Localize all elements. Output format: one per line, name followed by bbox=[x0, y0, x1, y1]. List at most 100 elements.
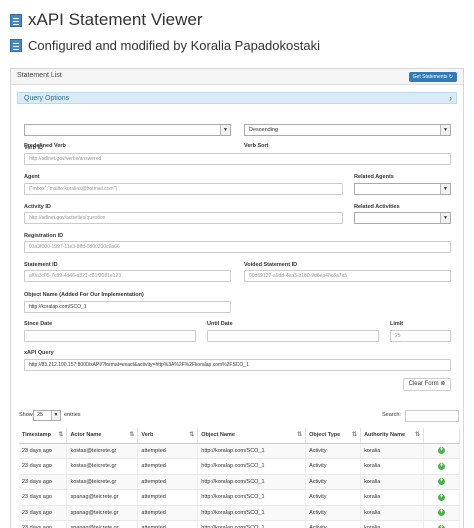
table-row[interactable]: 23 days agospanag@teicrete.grattemptedht… bbox=[19, 505, 460, 521]
sort-icon: ⇅ bbox=[297, 432, 303, 438]
query-options-toggle[interactable]: Query Options › bbox=[17, 92, 457, 104]
table-cell: kostas@teicrete.gr bbox=[66, 458, 139, 475]
table-cell: koralia bbox=[360, 520, 425, 528]
expand-cell: + bbox=[423, 489, 460, 506]
table-cell: http://koralap.com/SCO_1 bbox=[197, 489, 307, 506]
plus-circle-icon[interactable]: + bbox=[438, 478, 445, 486]
chevron-right-icon: › bbox=[449, 94, 452, 103]
table-cell: http://koralap.com/SCO_1 bbox=[197, 474, 307, 490]
page-subtitle: Configured and modified by Koralia Papad… bbox=[10, 38, 320, 53]
table-cell: 23 days ago bbox=[19, 520, 68, 528]
activity-id-input[interactable]: http://adlnet.gov/activities/question bbox=[24, 212, 343, 224]
column-header-authority-name[interactable]: Authority Name ⇅ bbox=[360, 428, 425, 444]
sort-icon: ⇅ bbox=[129, 432, 135, 438]
column-header-verb[interactable]: Verb ⇅ bbox=[137, 428, 199, 444]
table-cell: spanag@teicrete.gr bbox=[66, 489, 139, 506]
table-row[interactable]: 23 days agospanag@teicrete.grattemptedht… bbox=[19, 489, 460, 506]
column-header-timestamp[interactable]: Timestamp ⇅ bbox=[19, 428, 68, 444]
since-date-label: Since Date bbox=[24, 321, 53, 327]
registration-id-input[interactable]: 01a3f000-1997-11e3-8ffd-0800200c9a66 bbox=[24, 241, 451, 253]
plus-circle-icon[interactable]: + bbox=[438, 462, 445, 470]
object-name-label: Object Name (Added For Our Implementatio… bbox=[24, 292, 144, 298]
table-cell: Activity bbox=[305, 474, 362, 490]
table-row[interactable]: 23 days ago kostas@teicrete.gr attempted ht… bbox=[19, 458, 460, 475]
related-agents-select[interactable]: ▼ bbox=[354, 183, 451, 195]
related-agents-label: Related Agents bbox=[354, 174, 394, 180]
verb-sort-label: Verb Sort bbox=[244, 143, 269, 149]
plus-circle-icon[interactable]: + bbox=[438, 447, 445, 455]
table-cell: 23 days ago bbox=[19, 474, 68, 490]
chevron-down-icon: ▼ bbox=[440, 213, 450, 223]
until-date-label: Until Date bbox=[207, 321, 233, 327]
chevron-down-icon: ▼ bbox=[440, 125, 450, 135]
registration-id-label: Registration ID bbox=[24, 233, 64, 239]
expand-cell: + bbox=[423, 520, 460, 528]
column-header-expand bbox=[423, 428, 460, 444]
plus-circle-icon[interactable]: + bbox=[438, 509, 445, 517]
get-statements-button[interactable]: Get Statements ↻ bbox=[408, 72, 457, 82]
query-options-label: Query Options bbox=[24, 95, 70, 102]
column-header-actor-name[interactable]: Actor Name ⇅ bbox=[66, 428, 139, 444]
activity-id-label: Activity ID bbox=[24, 204, 51, 210]
sort-icon: ⇅ bbox=[189, 432, 195, 438]
related-activities-label: Related Activities bbox=[354, 204, 400, 210]
page-length-value: 25 bbox=[37, 412, 44, 418]
table-row[interactable]: 23 days ago kostas@teicrete.gr attempted ht… bbox=[19, 443, 460, 459]
table-cell: spanag@teicrete.gr bbox=[66, 520, 139, 528]
voided-statement-id-input[interactable]: 00d69122-a9dd-4ea3-b180-9d8ea48c8a7a5 bbox=[244, 270, 451, 282]
expand-cell: + bbox=[423, 474, 460, 490]
agent-input[interactable]: {"mbox":"mailto:koralias@hotmail.com"} bbox=[24, 183, 343, 195]
page-length-select[interactable]: 25 ▼ bbox=[33, 410, 61, 421]
verb-id-input[interactable]: http://adlnet.gov/verbs/answered bbox=[24, 153, 451, 165]
expand-cell: + bbox=[423, 505, 460, 521]
table-cell: kostas@teicrete.gr bbox=[66, 443, 139, 459]
table-cell: koralia bbox=[360, 489, 425, 506]
statement-id-label: Statement ID bbox=[24, 262, 58, 268]
agent-label: Agent bbox=[24, 174, 40, 180]
table-cell: koralia bbox=[360, 443, 425, 459]
table-row[interactable]: 23 days agospanag@teicrete.grattemptedht… bbox=[19, 520, 460, 528]
table-cell: koralia bbox=[360, 505, 425, 521]
sort-icon: ⇅ bbox=[352, 432, 358, 438]
since-date-input[interactable] bbox=[24, 330, 196, 342]
expand-cell: + bbox=[423, 458, 460, 475]
search-input[interactable] bbox=[405, 410, 459, 422]
table-cell: 23 days ago bbox=[19, 489, 68, 506]
table-cell: 23 days ago bbox=[19, 505, 68, 521]
table-cell: koralia bbox=[360, 474, 425, 490]
search-label: Search: bbox=[382, 412, 401, 418]
column-header-object-type[interactable]: Object Type ⇅ bbox=[305, 428, 362, 444]
plus-circle-icon[interactable]: + bbox=[438, 493, 445, 501]
table-row[interactable]: 23 days ago kostas@teicrete.gr attempted ht… bbox=[19, 474, 460, 490]
statement-id-input[interactable]: af0a3c05-7c89-4d46-a821-c81f2081e123 bbox=[24, 270, 231, 282]
clear-form-button[interactable]: Clear Form ⊗ bbox=[403, 378, 451, 391]
page-subtitle-text: Configured and modified by Koralia Papad… bbox=[28, 38, 320, 53]
table-cell: Activity bbox=[305, 458, 362, 475]
table-cell: attempted bbox=[137, 520, 199, 528]
table-cell: Activity bbox=[305, 489, 362, 506]
table-cell: http://koralap.com/SCO_1 bbox=[197, 458, 307, 475]
table-cell: attempted bbox=[137, 489, 199, 506]
limit-label: Limit bbox=[390, 321, 404, 327]
table-cell: attempted bbox=[137, 458, 199, 475]
document-icon bbox=[10, 39, 22, 52]
page-title: xAPI Statement Viewer bbox=[10, 10, 203, 30]
related-activities-select[interactable]: ▼ bbox=[354, 212, 451, 224]
table-cell: attempted bbox=[137, 443, 199, 459]
panel-title: Statement List bbox=[17, 72, 62, 79]
show-label: Show bbox=[19, 412, 33, 418]
xapi-query-input[interactable]: http://83.212.100.157:8000/xAPI/?format=… bbox=[24, 359, 451, 371]
table-cell: 23 days ago bbox=[19, 458, 68, 475]
table-cell: Activity bbox=[305, 443, 362, 459]
verb-sort-select[interactable]: Descending ▼ bbox=[244, 124, 451, 136]
until-date-input[interactable] bbox=[207, 330, 379, 342]
limit-input[interactable]: 25 bbox=[390, 330, 451, 342]
table-cell: http://koralap.com/SCO_1 bbox=[197, 505, 307, 521]
verb-id-label: Verb ID bbox=[24, 145, 43, 151]
object-name-input[interactable]: http://koralap.com/SCO_1 bbox=[24, 301, 231, 313]
column-header-object-name[interactable]: Object Name ⇅ bbox=[197, 428, 307, 444]
table-cell: http://koralap.com/SCO_1 bbox=[197, 520, 307, 528]
panel-header: Statement List Get Statements ↻ bbox=[11, 69, 463, 85]
predefined-verb-select[interactable]: ▼ bbox=[24, 124, 231, 136]
table-cell: attempted bbox=[137, 505, 199, 521]
